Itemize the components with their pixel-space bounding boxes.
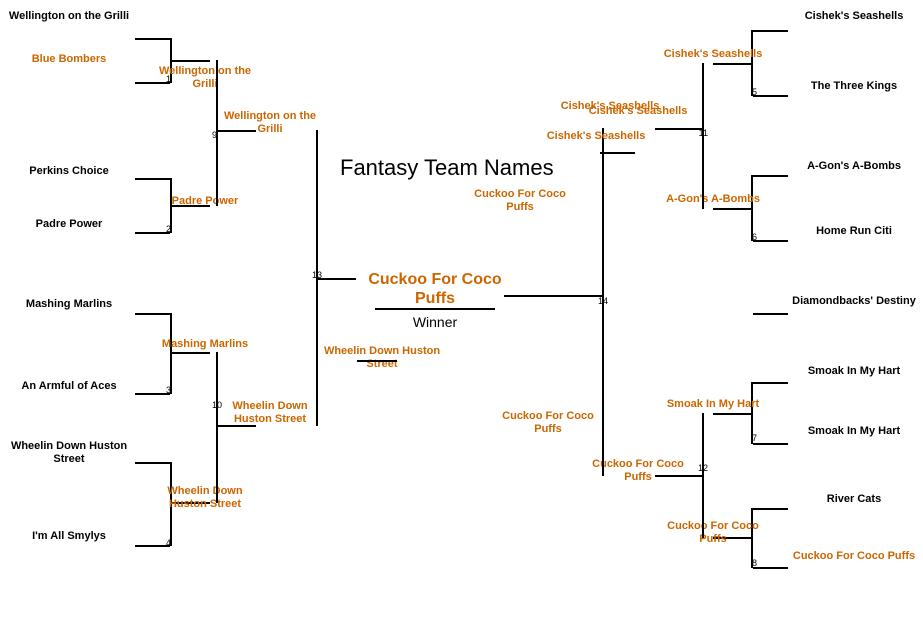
team-smoak-r1b: Smoak In My Hart — [789, 425, 919, 438]
team-wheelin-r1: Wheelin Down Huston Street — [4, 440, 134, 466]
winner-name: Cuckoo For Coco Puffs — [355, 270, 515, 308]
team-mashing-r2: Mashing Marlins — [155, 338, 255, 351]
team-cuckoo-semi: Cuckoo For Coco Puffs — [470, 188, 570, 214]
winner-label: Winner — [355, 314, 515, 330]
team-homerun: Home Run Citi — [789, 225, 919, 238]
winner-section: Cuckoo For Coco Puffs Winner — [355, 270, 515, 330]
team-wellington-top: Wellington on the Grilli — [4, 10, 134, 23]
team-cuckoo-finalist: Cuckoo For Coco Puffs — [493, 410, 603, 436]
team-diamondbacks: Diamondbacks' Destiny — [789, 295, 919, 308]
winner-underline — [375, 308, 495, 310]
team-perkins: Perkins Choice — [4, 165, 134, 178]
team-cishek-top: Cishek's Seashells — [789, 10, 919, 23]
team-blue-bombers: Blue Bombers — [4, 53, 134, 66]
team-wheelin-r3: Wheelin Down Huston Street — [220, 400, 320, 426]
team-agon-r2: A-Gon's A-Bombs — [658, 193, 768, 206]
team-cuckoo-r1: Cuckoo For Coco Puffs — [789, 550, 919, 563]
team-mashing-r1: Mashing Marlins — [4, 298, 134, 311]
team-cishek-r2: Cishek's Seashells — [658, 48, 768, 61]
team-padre-r1: Padre Power — [4, 218, 134, 231]
team-wellington-r3: Wellington on the Grilli — [220, 110, 320, 136]
team-wellington-r2: Wellington on the Grilli — [155, 65, 255, 91]
team-cishek-mid: Cishek's Seashells — [546, 130, 646, 143]
team-smoak-r1: Smoak In My Hart — [789, 365, 919, 378]
team-wheelin-r2: Wheelin Down Huston Street — [155, 485, 255, 511]
team-cuckoo-r2: Cuckoo For Coco Puffs — [658, 520, 768, 546]
team-smylys: I'm All Smylys — [4, 530, 134, 543]
bracket-container: Fantasy Team Names Wellington on the Gri… — [0, 0, 923, 620]
team-cuckoo-r3: Cuckoo For Coco Puffs — [583, 458, 693, 484]
team-wheelin-finalist: Wheelin Down Huston Street — [322, 345, 442, 371]
team-padre-r2: Padre Power — [155, 195, 255, 208]
team-cishek-center: Cishek's Seashells — [560, 100, 660, 113]
team-river-cats: River Cats — [789, 493, 919, 506]
team-agon-r1: A-Gon's A-Bombs — [789, 160, 919, 173]
team-armful: An Armful of Aces — [4, 380, 134, 393]
team-smoak-r2: Smoak In My Hart — [658, 398, 768, 411]
team-three-kings: The Three Kings — [789, 80, 919, 93]
bracket-title: Fantasy Team Names — [340, 155, 554, 181]
